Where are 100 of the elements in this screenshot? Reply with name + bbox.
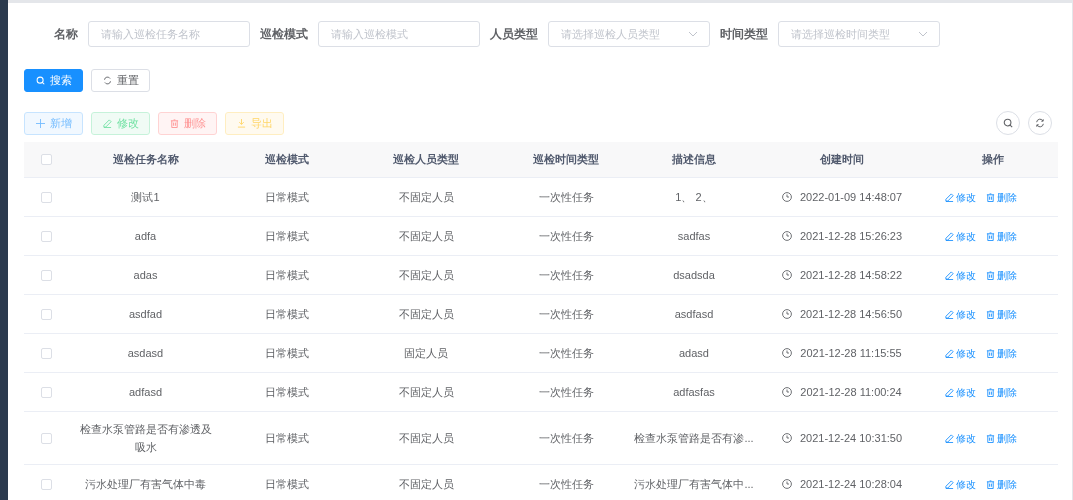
edit-link[interactable]: 修改 xyxy=(944,306,976,322)
trash-icon xyxy=(985,433,995,443)
trash-icon xyxy=(985,192,995,202)
clock-icon xyxy=(781,192,792,202)
table-cell-text: 日常模式 xyxy=(265,307,309,322)
delete-link[interactable]: 删除 xyxy=(985,476,1017,492)
reset-button[interactable]: 重置 xyxy=(91,69,150,92)
edit-link[interactable]: 修改 xyxy=(944,267,976,283)
column-header: 操作 xyxy=(981,152,1004,168)
trash-icon xyxy=(985,270,995,280)
delete-link[interactable]: 删除 xyxy=(985,189,1017,205)
table-cell-text: 日常模式 xyxy=(265,431,309,446)
pencil-icon xyxy=(944,433,954,443)
table-cell-text: 一次性任务 xyxy=(538,190,594,205)
trash-icon xyxy=(169,118,179,128)
select-all-checkbox[interactable] xyxy=(40,154,52,165)
row-checkbox[interactable] xyxy=(40,347,52,359)
row-checkbox[interactable] xyxy=(40,269,52,281)
row-checkbox[interactable] xyxy=(40,230,52,242)
pencil-icon xyxy=(944,348,954,358)
search-button[interactable]: 搜索 xyxy=(24,69,83,92)
pencil-icon xyxy=(944,270,954,280)
table-cell-text: 不固定人员 xyxy=(398,385,454,400)
table-cell-text: 1、 2、 xyxy=(675,190,713,205)
chevron-down-icon xyxy=(688,31,698,37)
refresh-icon xyxy=(102,76,112,85)
table-cell-text: 2021-12-24 10:31:50 xyxy=(799,431,903,446)
field-label: 时间类型 xyxy=(720,26,768,43)
search-icon xyxy=(35,76,45,85)
row-checkbox[interactable] xyxy=(40,478,52,490)
edit-link[interactable]: 修改 xyxy=(944,189,976,205)
table-cell-text: dsadsda xyxy=(673,268,715,283)
table-cell-text: 一次性任务 xyxy=(538,431,594,446)
clock-icon xyxy=(781,270,792,280)
edit-link[interactable]: 修改 xyxy=(944,384,976,400)
delete-button[interactable]: 删除 xyxy=(158,111,217,135)
table-cell-text: 日常模式 xyxy=(265,268,309,283)
column-header: 巡检人员类型 xyxy=(393,152,459,168)
edit-link[interactable]: 修改 xyxy=(944,345,976,361)
table-cell-text: adas xyxy=(133,268,158,283)
table-cell-text: 不固定人员 xyxy=(398,190,454,205)
trash-icon xyxy=(985,309,995,319)
table-cell-text: 测试1 xyxy=(131,190,160,205)
delete-link[interactable]: 删除 xyxy=(985,345,1017,361)
pencil-icon xyxy=(102,118,112,128)
field-label: 名称 xyxy=(54,26,78,43)
clock-icon xyxy=(782,348,793,358)
table-cell-text: 不固定人员 xyxy=(398,477,454,492)
table-cell-text: 检查水泵管路是否有渗透及吸水 xyxy=(78,422,213,455)
trash-icon xyxy=(985,479,995,489)
edit-link[interactable]: 修改 xyxy=(944,228,976,244)
table-cell-text: 2021-12-28 14:58:22 xyxy=(799,268,903,283)
pencil-icon xyxy=(944,309,954,319)
table-cell-text: sadfas xyxy=(677,229,711,244)
table-cell-text: 2021-12-28 14:56:50 xyxy=(799,307,903,322)
table-cell-text: 不固定人员 xyxy=(398,229,454,244)
table-cell-text: 日常模式 xyxy=(265,190,309,205)
clock-icon xyxy=(782,387,793,397)
row-checkbox[interactable] xyxy=(40,432,52,444)
table-cell-text: 污水处理厂有害气体中毒 xyxy=(85,477,206,492)
delete-link[interactable]: 删除 xyxy=(985,228,1017,244)
pencil-icon xyxy=(944,387,954,397)
table-cell-text: asdasd xyxy=(127,346,164,361)
delete-link[interactable]: 删除 xyxy=(985,430,1017,446)
table-cell-text: 一次性任务 xyxy=(538,385,594,400)
column-header: 描述信息 xyxy=(672,152,716,168)
pencil-icon xyxy=(944,231,954,241)
trash-icon xyxy=(985,231,995,241)
table-cell-text: 一次性任务 xyxy=(538,268,594,283)
column-header: 巡检时间类型 xyxy=(533,152,599,168)
table-cell-text: 2021-12-28 15:26:23 xyxy=(799,229,903,244)
edit-link[interactable]: 修改 xyxy=(944,476,976,492)
table-cell-text: asdfad xyxy=(129,307,162,322)
refresh-icon xyxy=(1035,118,1045,128)
table-cell-text: 2021-12-24 10:28:04 xyxy=(799,477,903,492)
table-cell-text: 2021-12-28 11:15:55 xyxy=(800,346,902,361)
delete-link[interactable]: 删除 xyxy=(985,306,1017,322)
edit-link[interactable]: 修改 xyxy=(944,430,976,446)
delete-link[interactable]: 删除 xyxy=(985,267,1017,283)
table-cell-text: 2022-01-09 14:48:07 xyxy=(799,190,903,205)
row-checkbox[interactable] xyxy=(40,191,52,203)
table-cell-text: 日常模式 xyxy=(265,477,309,492)
plus-icon xyxy=(35,118,45,128)
table-cell-text: 一次性任务 xyxy=(538,477,594,492)
table-cell-text: adfasfas xyxy=(673,385,715,400)
column-header: 巡检模式 xyxy=(265,152,309,168)
clock-icon xyxy=(781,479,792,489)
table-cell-text: 日常模式 xyxy=(265,385,309,400)
row-checkbox[interactable] xyxy=(40,386,52,398)
table-cell-text: adfasd xyxy=(129,385,162,400)
trash-icon xyxy=(985,387,995,397)
table-cell-text: 一次性任务 xyxy=(538,307,594,322)
table-cell-text: asdfasd xyxy=(674,307,714,322)
delete-link[interactable]: 删除 xyxy=(985,384,1017,400)
add-button[interactable]: 新增 xyxy=(24,111,83,135)
row-checkbox[interactable] xyxy=(40,308,52,320)
table-cell-text: adasd xyxy=(679,346,709,361)
table-cell-text: 日常模式 xyxy=(265,346,309,361)
table-cell-text: 一次性任务 xyxy=(538,346,594,361)
table-cell-text: 污水处理厂有害气体中... xyxy=(634,477,754,492)
